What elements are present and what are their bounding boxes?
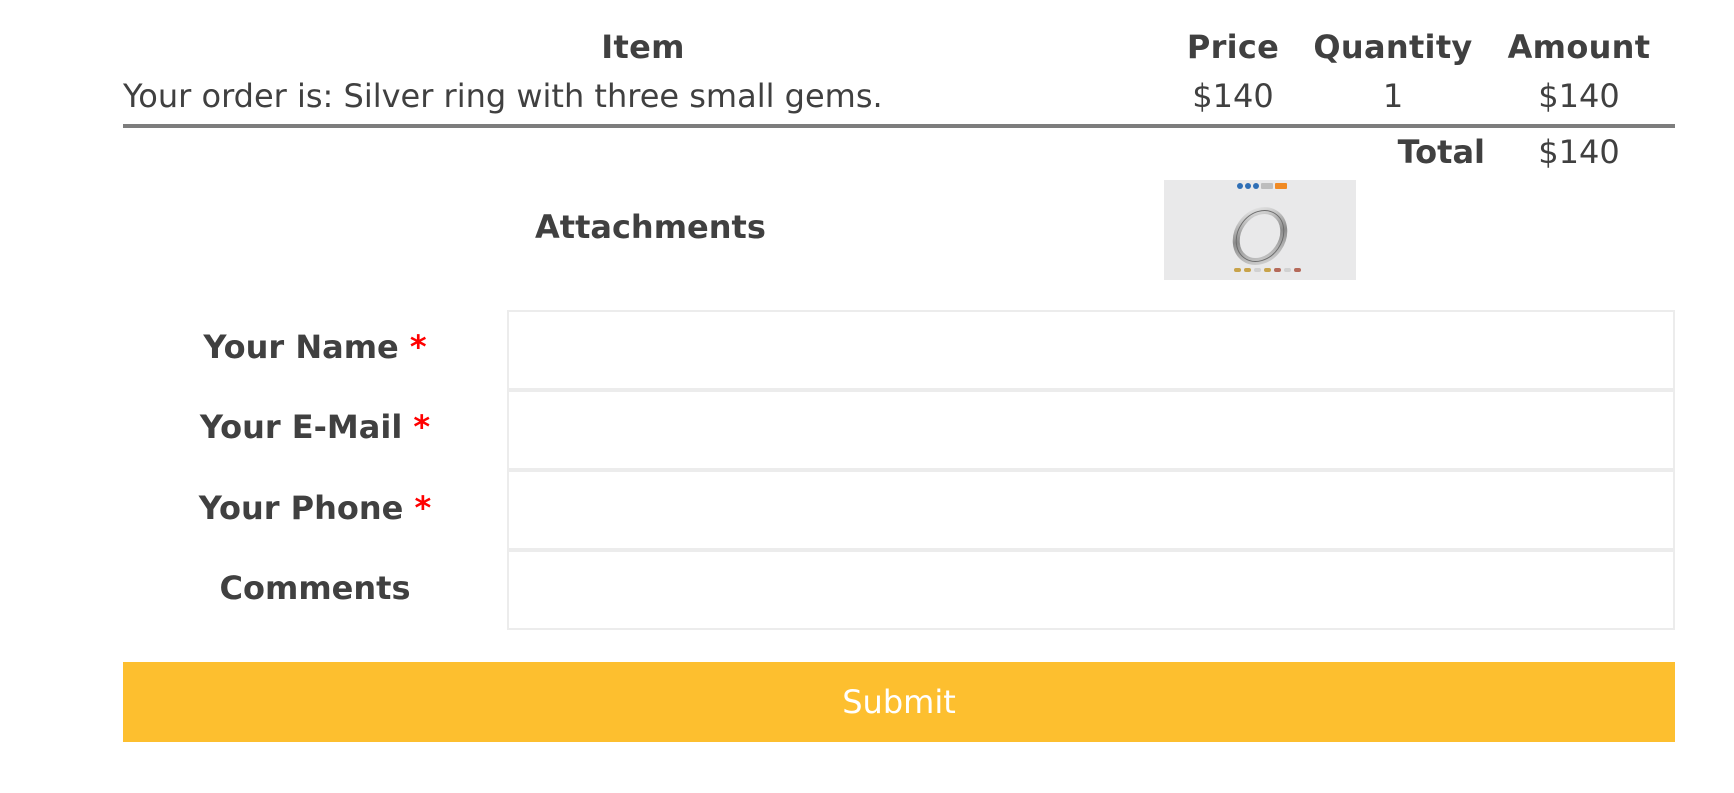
attachment-thumbnail[interactable] <box>1164 180 1356 280</box>
header-price: Price <box>1186 28 1280 66</box>
phone-field[interactable] <box>507 470 1675 550</box>
order-item-description: Your order is: Silver ring with three sm… <box>123 77 883 115</box>
share-bar-icon <box>1237 183 1287 189</box>
color-swatches <box>1234 268 1301 272</box>
header-amount: Amount <box>1507 28 1651 66</box>
comments-label: Comments <box>219 569 411 607</box>
phone-label: Your Phone * <box>123 489 507 527</box>
total-value: $140 <box>1538 133 1620 171</box>
total-label: Total <box>1397 133 1485 171</box>
submit-button[interactable]: Submit <box>123 662 1675 742</box>
required-mark: * <box>409 328 427 366</box>
required-mark: * <box>414 489 432 527</box>
order-item-quantity: 1 <box>1382 77 1404 115</box>
table-divider <box>123 124 1675 128</box>
email-field[interactable] <box>507 390 1675 470</box>
header-item: Item <box>601 28 685 66</box>
comments-field[interactable] <box>507 550 1675 630</box>
email-label-text: Your E-Mail <box>199 408 403 446</box>
phone-label-text: Your Phone <box>198 489 404 527</box>
order-item-amount: $140 <box>1538 77 1620 115</box>
header-quantity: Quantity <box>1313 28 1473 66</box>
attachments-label: Attachments <box>535 208 766 246</box>
email-label: Your E-Mail * <box>123 408 507 446</box>
required-mark: * <box>413 408 431 446</box>
order-item-price: $140 <box>1192 77 1274 115</box>
name-label: Your Name * <box>123 328 507 366</box>
ring-icon <box>1232 207 1288 265</box>
name-label-text: Your Name <box>203 328 399 366</box>
name-field[interactable] <box>507 310 1675 390</box>
